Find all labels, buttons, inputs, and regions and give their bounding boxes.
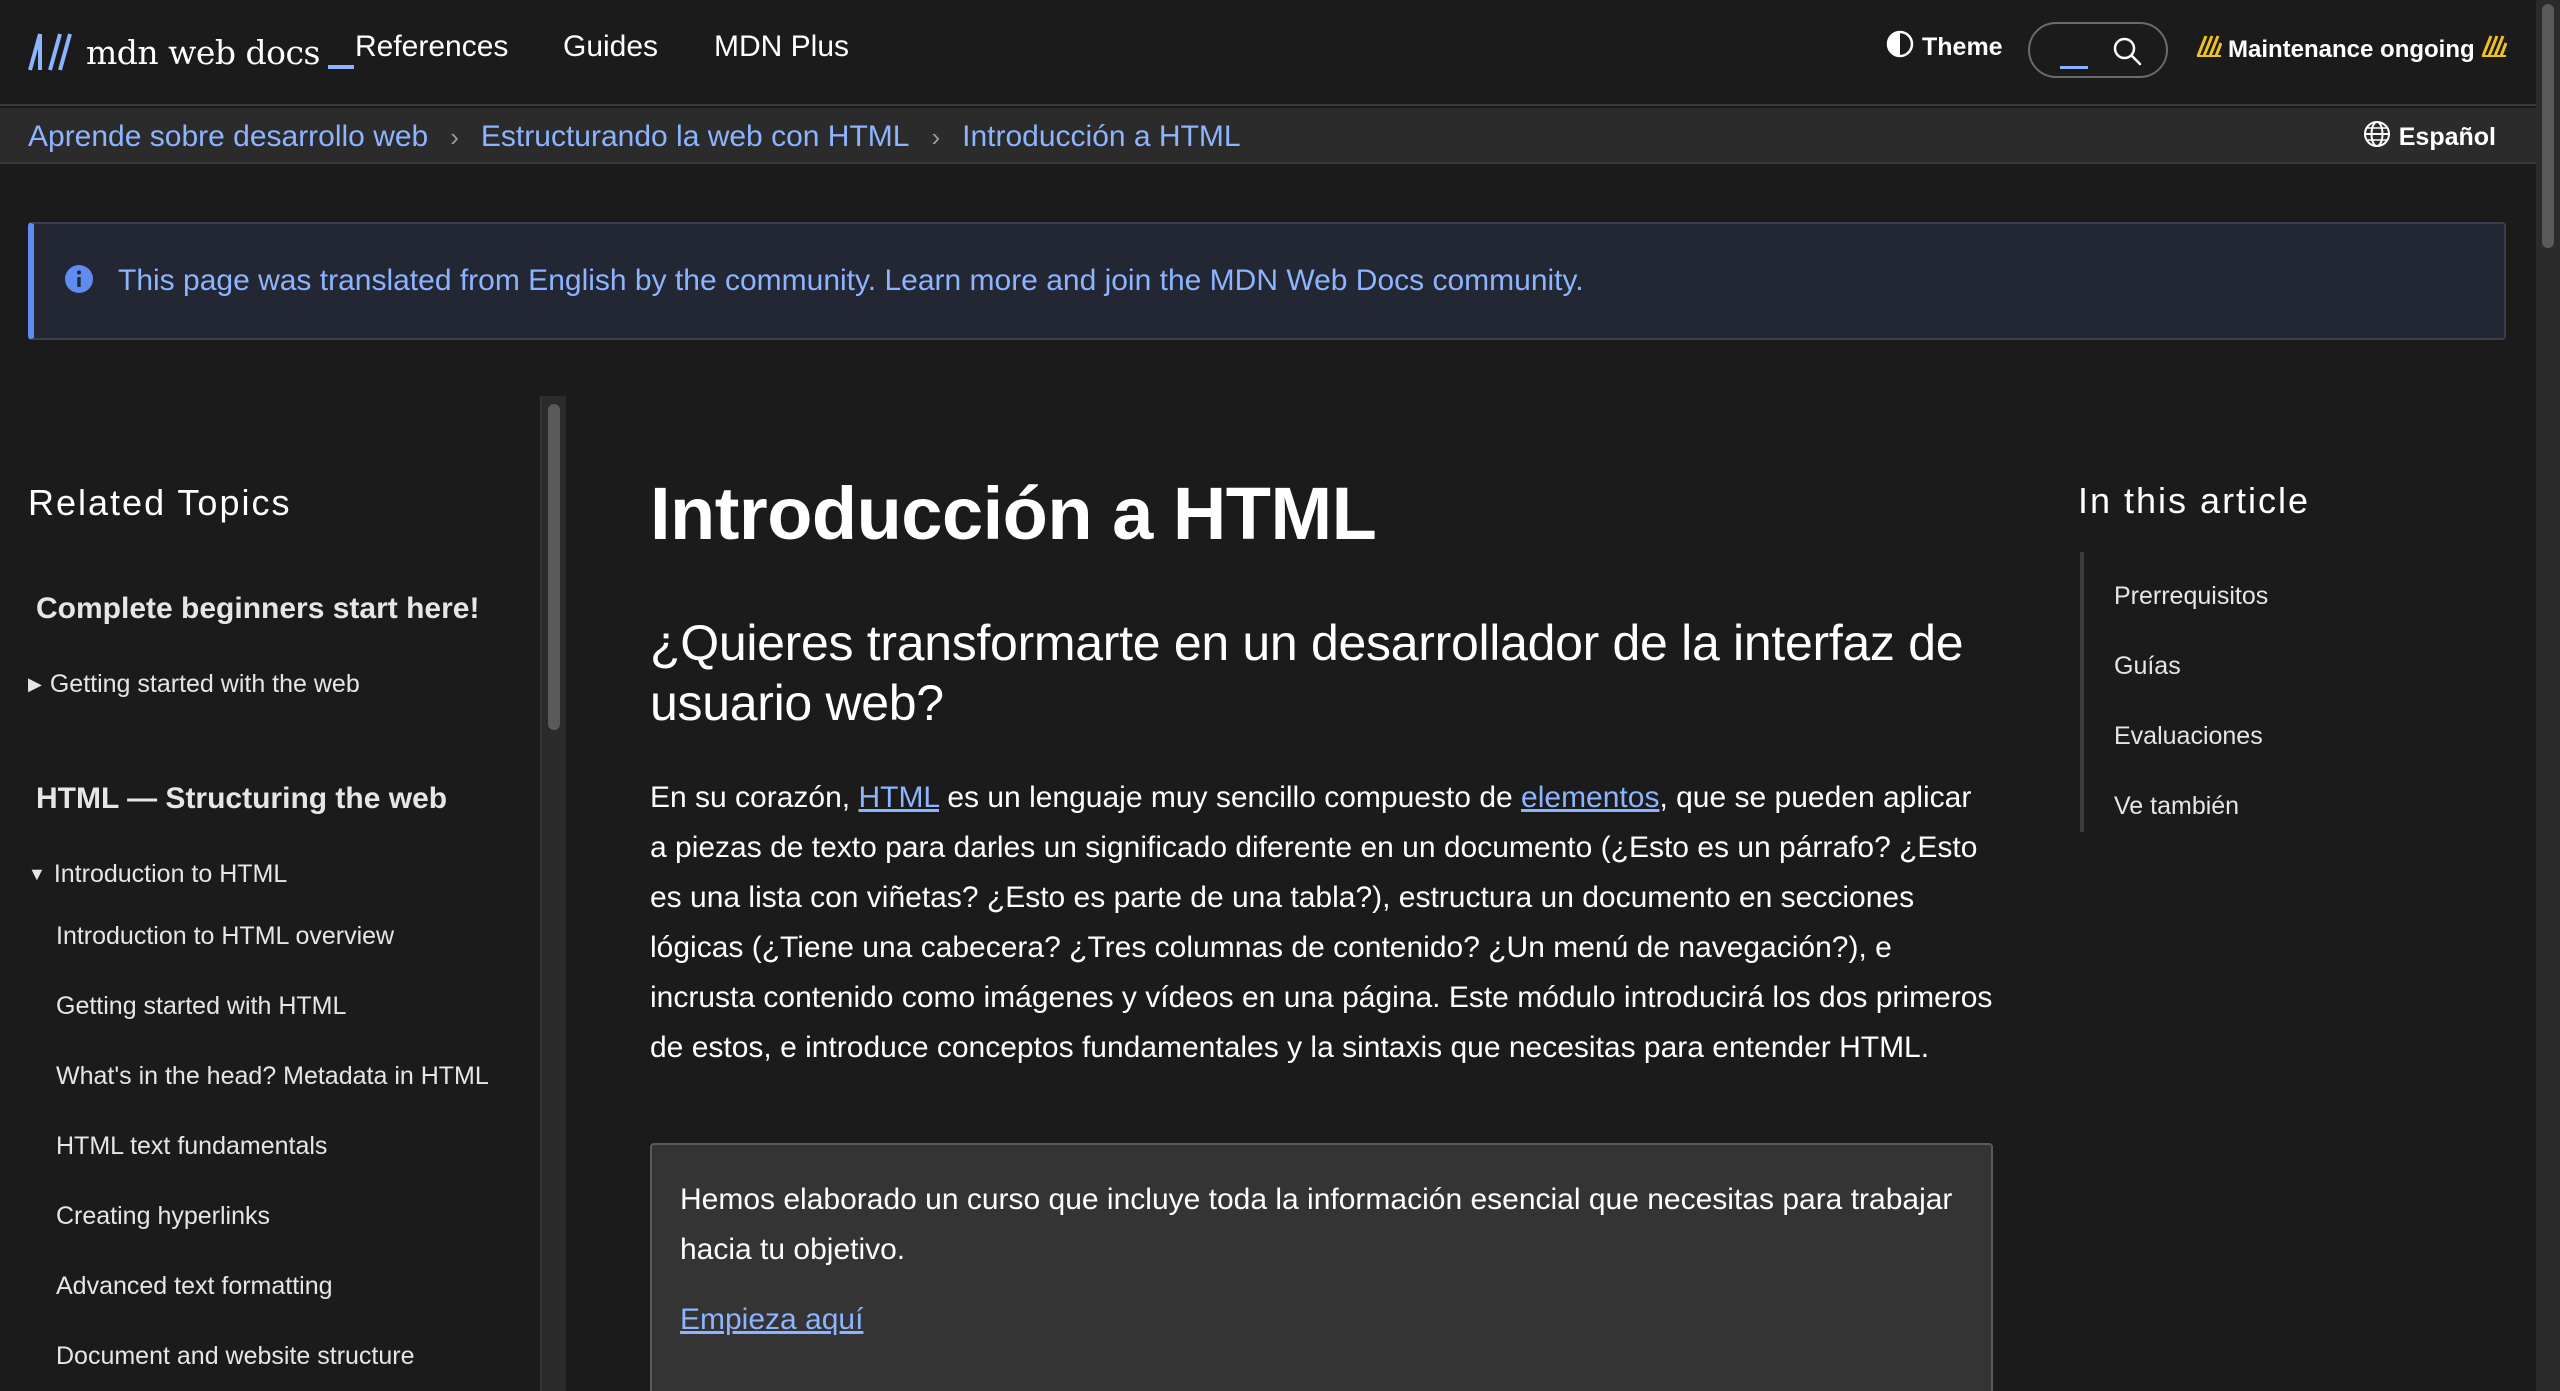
sidebar-section-html[interactable]: HTML — Structuring the web — [36, 782, 447, 816]
nav-mdn-plus[interactable]: MDN Plus — [714, 30, 849, 64]
course-text: Hemos elaborado un curso que incluye tod… — [680, 1182, 1953, 1266]
table-of-contents: In this article Prerrequisitos Guías Eva… — [2078, 480, 2498, 832]
translation-notice-link[interactable]: This page was translated from English by… — [118, 264, 1584, 298]
page-subtitle: ¿Quieres transformarte en un desarrollad… — [650, 614, 1964, 731]
sidebar-section-beginners[interactable]: Complete beginners start here! — [36, 592, 479, 626]
sidebar-item[interactable]: Advanced text formatting — [56, 1272, 333, 1301]
main-content: Introducción a HTML ¿Quieres transformar… — [650, 470, 1995, 1391]
paragraph-text: es un lenguaje muy sencillo compuesto de — [939, 780, 1522, 814]
logo-text: mdn web docs — [86, 32, 320, 72]
sidebar: Related Topics Complete beginners start … — [0, 396, 566, 1391]
theme-icon — [1886, 30, 1914, 65]
breadcrumb-item[interactable]: Estructurando la web con HTML — [481, 120, 910, 154]
sidebar-title: Related Topics — [28, 482, 292, 523]
caret-right-icon: ▶ — [28, 674, 42, 694]
info-icon — [64, 264, 94, 299]
translation-notice: This page was translated from English by… — [28, 222, 2506, 340]
sidebar-item[interactable]: Document and website structure — [56, 1342, 415, 1371]
maintenance-label: Maintenance ongoing — [2228, 35, 2475, 63]
breadcrumb-item[interactable]: Aprende sobre desarrollo web — [28, 120, 428, 154]
sidebar-scrollbar-thumb[interactable] — [548, 404, 560, 730]
chevron-right-icon: › — [931, 121, 941, 152]
page-scrollbar[interactable] — [2536, 0, 2560, 1391]
course-start-link[interactable]: Empieza aquí — [680, 1303, 863, 1337]
elementos-link[interactable]: elementos — [1521, 781, 1659, 814]
sidebar-group-getting-started[interactable]: ▶ Getting started with the web — [28, 670, 360, 699]
logo-cursor — [327, 65, 354, 69]
breadcrumb-item[interactable]: Introducción a HTML — [962, 120, 1240, 154]
toc-item[interactable]: Prerrequisitos — [2114, 582, 2268, 611]
breadcrumb: Aprende sobre desarrollo web › Estructur… — [28, 120, 1241, 154]
search-icon[interactable] — [2112, 36, 2142, 71]
search-box[interactable] — [2028, 22, 2168, 78]
search-caret — [2060, 66, 2088, 69]
sidebar-item[interactable]: Creating hyperlinks — [56, 1202, 270, 1231]
mdn-logo[interactable]: mdn web docs — [28, 28, 354, 76]
page-title: Introducción a HTML — [650, 472, 1377, 555]
course-callout: Hemos elaborado un curso que incluye tod… — [650, 1142, 1993, 1391]
html-link[interactable]: HTML — [858, 781, 939, 814]
sidebar-scrollbar[interactable] — [540, 396, 566, 1391]
construction-stripe-icon — [2196, 34, 2223, 65]
sidebar-item[interactable]: Introduction to HTML overview — [56, 922, 394, 951]
theme-label: Theme — [1922, 33, 2003, 61]
toc-item[interactable]: Evaluaciones — [2114, 722, 2263, 751]
paragraph-text: En su corazón, — [650, 780, 859, 814]
sidebar-group-label: Introduction to HTML — [53, 860, 288, 888]
theme-button[interactable]: Theme — [1886, 30, 2003, 65]
search-input[interactable] — [2050, 34, 2120, 68]
toc-list: Prerrequisitos Guías Evaluaciones Ve tam… — [2080, 552, 2440, 832]
nav-guides[interactable]: Guides — [563, 30, 658, 64]
nav-references[interactable]: References — [355, 30, 508, 64]
toc-item[interactable]: Ve también — [2114, 792, 2239, 821]
sidebar-item[interactable]: Getting started with HTML — [56, 992, 346, 1021]
maintenance-banner-link[interactable]: Maintenance ongoing — [2196, 34, 2508, 65]
construction-stripe-icon — [2481, 34, 2508, 65]
intro-paragraph: En su corazón, HTML es un lenguaje muy s… — [650, 773, 1995, 1073]
page-scrollbar-thumb[interactable] — [2542, 4, 2554, 248]
paragraph-text: , que se pueden aplicar a piezas de text… — [650, 780, 1993, 1064]
sidebar-item[interactable]: HTML text fundamentals — [56, 1132, 327, 1161]
top-navigation: mdn web docs References Guides MDN Plus … — [0, 0, 2536, 106]
sidebar-item[interactable]: What's in the head? Metadata in HTML — [56, 1062, 489, 1091]
sidebar-group-introduction[interactable]: ▼ Introduction to HTML — [28, 860, 287, 889]
mdn-logo-icon — [28, 32, 72, 72]
caret-down-icon: ▼ — [28, 864, 46, 884]
breadcrumb-bar: Aprende sobre desarrollo web › Estructur… — [0, 108, 2536, 164]
sidebar-group-label: Getting started with the web — [49, 670, 360, 698]
language-label: Español — [2398, 123, 2496, 151]
language-selector[interactable]: Español — [2363, 120, 2496, 155]
toc-item[interactable]: Guías — [2114, 652, 2181, 681]
globe-icon — [2363, 120, 2391, 155]
chevron-right-icon: › — [450, 121, 459, 152]
toc-title: In this article — [2078, 480, 2311, 521]
